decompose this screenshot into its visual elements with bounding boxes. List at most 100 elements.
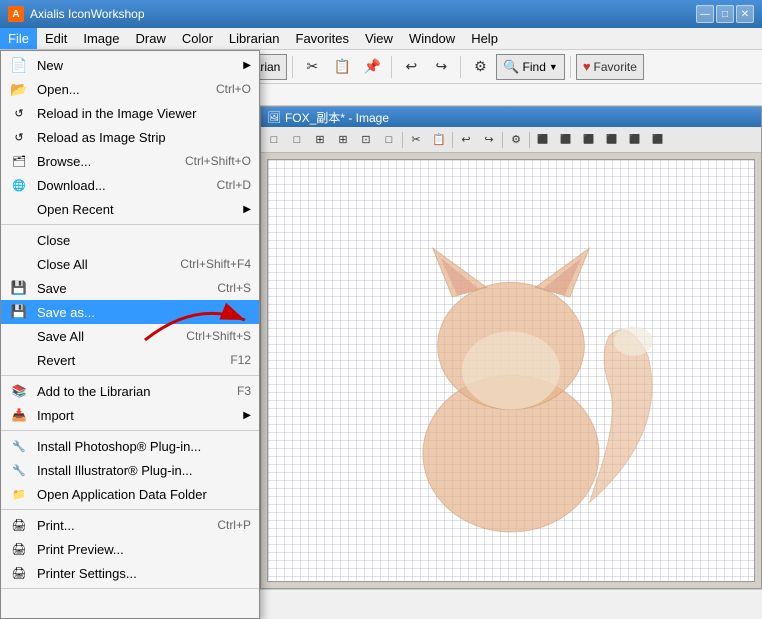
save-all-shortcut: Ctrl+Shift+S	[186, 329, 251, 343]
image-window-title: 🖼 FOX_副本* - Image	[261, 107, 761, 127]
favorite-button[interactable]: ♥ Favorite	[576, 54, 644, 80]
open-app-data-label: Open Application Data Folder	[37, 487, 207, 502]
menu-favorites[interactable]: Favorites	[288, 28, 357, 49]
new-arrow-icon: ▶	[243, 60, 251, 71]
it-btn-settings[interactable]: ⚙	[505, 130, 527, 150]
download-shortcut: Ctrl+D	[217, 178, 251, 192]
it-sep-3	[502, 132, 503, 148]
close-all-icon	[9, 254, 29, 274]
menu-item-close-all[interactable]: Close All Ctrl+Shift+F4	[1, 252, 259, 276]
print-shortcut: Ctrl+P	[217, 518, 251, 532]
maximize-button[interactable]: □	[716, 5, 734, 23]
menu-item-revert[interactable]: Revert F12	[1, 348, 259, 372]
it-btn-1[interactable]: □	[263, 130, 285, 150]
save-as-label: Save as...	[37, 305, 95, 320]
it-btn-copy[interactable]: 📋	[428, 130, 450, 150]
it-btn-undo[interactable]: ↩	[455, 130, 477, 150]
menu-item-open[interactable]: 📂 Open... Ctrl+O	[1, 77, 259, 101]
redo2-button[interactable]: ↪	[427, 53, 455, 81]
close-item-icon	[9, 230, 29, 250]
it-btn-g2[interactable]: ⬛	[555, 130, 577, 150]
menu-window[interactable]: Window	[401, 28, 463, 49]
it-btn-g4[interactable]: ⬛	[601, 130, 623, 150]
menu-item-save-all[interactable]: Save All Ctrl+Shift+S	[1, 324, 259, 348]
menu-item-browse[interactable]: 🗂 Browse... Ctrl+Shift+O	[1, 149, 259, 173]
it-btn-cut[interactable]: ✂	[405, 130, 427, 150]
menu-help[interactable]: Help	[463, 28, 506, 49]
save-all-label: Save All	[37, 329, 84, 344]
menu-bar: File Edit Image Draw Color Librarian Fav…	[0, 28, 762, 50]
reload-viewer-label: Reload in the Image Viewer	[37, 106, 196, 121]
it-btn-g1[interactable]: ⬛	[532, 130, 554, 150]
it-btn-4[interactable]: ⊞	[332, 130, 354, 150]
menu-item-open-app-data[interactable]: 📁 Open Application Data Folder	[1, 482, 259, 506]
menu-item-install-illustrator[interactable]: 🔧 Install Illustrator® Plug-in...	[1, 458, 259, 482]
menu-item-print[interactable]: 🖨 Print... Ctrl+P	[1, 513, 259, 537]
it-btn-g6[interactable]: ⬛	[647, 130, 669, 150]
menu-item-printer-settings[interactable]: 🖨 Printer Settings...	[1, 561, 259, 585]
it-btn-6[interactable]: □	[378, 130, 400, 150]
settings-button[interactable]: ⚙	[466, 53, 494, 81]
download-icon: 🌐	[9, 175, 29, 195]
open-shortcut: Ctrl+O	[216, 82, 251, 96]
find-icon: 🔍	[503, 59, 519, 75]
open-recent-label: Open Recent	[37, 202, 114, 217]
find-button[interactable]: 🔍 Find ▼	[496, 54, 564, 80]
menu-item-new[interactable]: 📄 New ▶	[1, 53, 259, 77]
it-btn-5[interactable]: ⊡	[355, 130, 377, 150]
title-bar-text: Axialis IconWorkshop	[30, 7, 690, 21]
print-icon: 🖨	[9, 515, 29, 535]
revert-icon	[9, 350, 29, 370]
it-btn-2[interactable]: □	[286, 130, 308, 150]
menu-item-reload-strip[interactable]: ↺ Reload as Image Strip	[1, 125, 259, 149]
menu-item-reload-viewer[interactable]: ↺ Reload in the Image Viewer	[1, 101, 259, 125]
save-as-icon: 💾	[9, 302, 29, 322]
menu-color[interactable]: Color	[174, 28, 221, 49]
save-icon: 💾	[9, 278, 29, 298]
menu-item-import[interactable]: 📥 Import ▶	[1, 403, 259, 427]
menu-item-save-as[interactable]: 💾 Save as...	[1, 300, 259, 324]
it-btn-g5[interactable]: ⬛	[624, 130, 646, 150]
it-btn-3[interactable]: ⊞	[309, 130, 331, 150]
copy-button[interactable]: 📋	[328, 53, 356, 81]
cut-button[interactable]: ✂	[298, 53, 326, 81]
menu-item-add-librarian[interactable]: 📚 Add to the Librarian F3	[1, 379, 259, 403]
open-app-data-icon: 📁	[9, 484, 29, 504]
download-label: Download...	[37, 178, 106, 193]
separator-2	[1, 375, 259, 376]
save-shortcut: Ctrl+S	[217, 281, 251, 295]
install-ai-label: Install Illustrator® Plug-in...	[37, 463, 193, 478]
toolbar-separator-6	[460, 56, 461, 78]
menu-item-save[interactable]: 💾 Save Ctrl+S	[1, 276, 259, 300]
heart-icon: ♥	[583, 59, 591, 74]
import-arrow-icon: ▶	[243, 410, 251, 421]
new-label: New	[37, 58, 63, 73]
menu-item-install-photoshop[interactable]: 🔧 Install Photoshop® Plug-in...	[1, 434, 259, 458]
menu-item-exit[interactable]	[1, 592, 259, 616]
it-btn-redo[interactable]: ↪	[478, 130, 500, 150]
find-label: Find	[523, 60, 546, 74]
menu-item-print-preview[interactable]: 🖨 Print Preview...	[1, 537, 259, 561]
canvas-area[interactable]	[267, 159, 755, 582]
save-all-icon	[9, 326, 29, 346]
print-preview-label: Print Preview...	[37, 542, 124, 557]
minimize-button[interactable]: —	[696, 5, 714, 23]
menu-edit[interactable]: Edit	[37, 28, 75, 49]
menu-file[interactable]: File	[0, 28, 37, 49]
paste-button[interactable]: 📌	[358, 53, 386, 81]
menu-librarian[interactable]: Librarian	[221, 28, 288, 49]
menu-image[interactable]: Image	[75, 28, 127, 49]
printer-settings-label: Printer Settings...	[37, 566, 137, 581]
menu-item-download[interactable]: 🌐 Download... Ctrl+D	[1, 173, 259, 197]
browse-icon: 🗂	[9, 151, 29, 171]
menu-view[interactable]: View	[357, 28, 401, 49]
menu-item-close[interactable]: Close	[1, 228, 259, 252]
undo2-button[interactable]: ↩	[397, 53, 425, 81]
it-btn-g3[interactable]: ⬛	[578, 130, 600, 150]
reload-strip-icon: ↺	[9, 127, 29, 147]
install-ps-label: Install Photoshop® Plug-in...	[37, 439, 201, 454]
menu-draw[interactable]: Draw	[128, 28, 174, 49]
close-button[interactable]: ✕	[736, 5, 754, 23]
open-recent-arrow-icon: ▶	[243, 204, 251, 215]
menu-item-open-recent[interactable]: Open Recent ▶	[1, 197, 259, 221]
